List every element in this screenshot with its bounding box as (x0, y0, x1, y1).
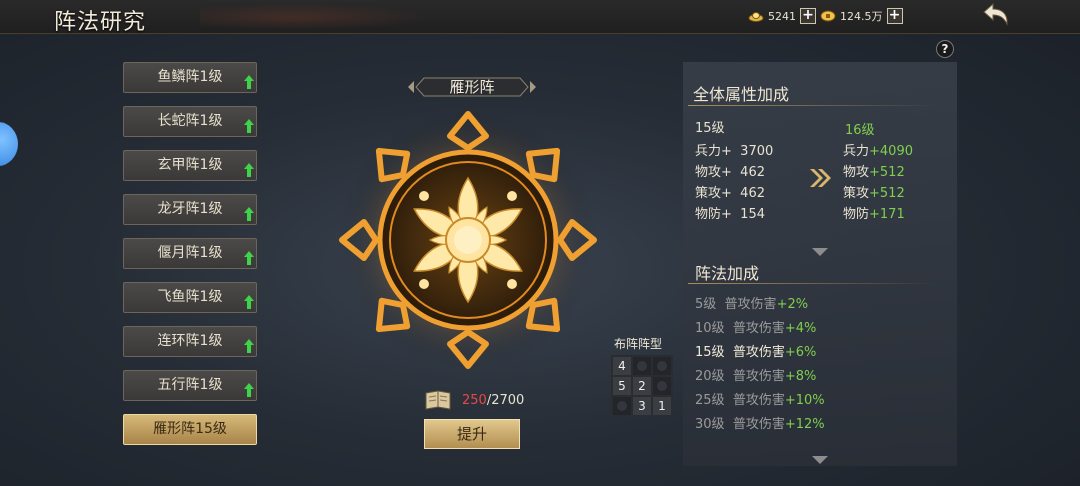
upgrade-arrow-icon (244, 163, 254, 177)
double-chevron-right-icon (810, 169, 831, 187)
upgrade-arrow-icon (244, 383, 254, 397)
grid-cell: 2 (633, 377, 651, 395)
bonus-row: 5级 普攻伤害+2% (695, 297, 809, 312)
bonus-row-current: 15级 普攻伤害+6% (695, 345, 817, 360)
formation-label: 龙牙阵1级 (157, 201, 223, 217)
formation-item-longya[interactable]: 龙牙阵1级 (123, 194, 257, 225)
bonus-title: 阵法加成 (695, 264, 760, 283)
grid-cell: 4 (613, 357, 631, 375)
formation-label: 连环阵1级 (157, 333, 223, 349)
attr-row: 兵力+ 3700 (695, 144, 774, 159)
layout-grid: 4 5 2 3 1 (611, 355, 673, 415)
next-attr-row: 策攻+512 (843, 186, 905, 201)
attr-row: 策攻+ 462 (695, 186, 765, 201)
formation-label: 玄甲阵1级 (157, 157, 223, 173)
scroll-down-icon[interactable] (812, 456, 828, 464)
formation-label: 五行阵1级 (157, 377, 223, 393)
grid-cell-empty (613, 397, 631, 415)
scroll-down-icon[interactable] (812, 248, 828, 256)
layout-grid-label: 布阵阵型 (614, 337, 663, 351)
scroll-book-icon (425, 390, 451, 410)
bonus-divider (688, 283, 938, 284)
attributes-divider (688, 105, 938, 106)
grid-cell: 5 (613, 377, 631, 395)
back-arrow-icon[interactable] (980, 2, 1012, 32)
floating-menu-button[interactable] (0, 122, 18, 166)
formation-label: 鱼鳞阵1级 (157, 69, 223, 85)
formation-label: 飞鱼阵1级 (157, 289, 223, 305)
bonus-row: 30级 普攻伤害+12% (695, 417, 825, 432)
grid-cell: 3 (633, 397, 651, 415)
attr-row: 物攻+ 462 (695, 165, 765, 180)
currency-silver: 5241 + (748, 8, 816, 24)
formation-item-yanxing[interactable]: 雁形阵15级 (123, 414, 257, 445)
grid-cell-empty (633, 357, 651, 375)
silver-ingot-icon (748, 12, 764, 22)
formation-name: 雁形阵 (449, 78, 495, 96)
upgrade-arrow-icon (244, 251, 254, 265)
bonus-row: 10级 普攻伤害+4% (695, 321, 817, 336)
formation-item-wuxing[interactable]: 五行阵1级 (123, 370, 257, 401)
bonus-row: 20级 普攻伤害+8% (695, 369, 817, 384)
formation-item-yulin[interactable]: 鱼鳞阵1级 (123, 62, 257, 93)
title-decoration (200, 4, 430, 30)
upgrade-arrow-icon (244, 75, 254, 89)
formation-emblem-icon (338, 110, 598, 370)
upgrade-arrow-icon (244, 207, 254, 221)
help-button[interactable]: ? (936, 40, 954, 58)
upgrade-arrow-icon (244, 295, 254, 309)
formation-item-yanyue[interactable]: 偃月阵1级 (123, 238, 257, 269)
attr-row: 物防+ 154 (695, 207, 765, 222)
grid-cell-empty (653, 357, 671, 375)
formation-label: 雁形阵15级 (153, 421, 227, 437)
grid-cell: 1 (653, 397, 671, 415)
add-gold-button[interactable]: + (886, 8, 903, 24)
upgrade-button[interactable]: 提升 (424, 419, 520, 449)
next-level: 16级 (845, 123, 875, 138)
formation-name-banner: 雁形阵 (408, 76, 536, 98)
page-title: 阵法研究 (54, 10, 147, 35)
currency-gold-value: 124.5万 (840, 10, 883, 23)
upgrade-arrow-icon (244, 119, 254, 133)
formation-item-changshe[interactable]: 长蛇阵1级 (123, 106, 257, 137)
next-attr-row: 物防+171 (843, 207, 905, 222)
attributes-title: 全体属性加成 (693, 85, 790, 104)
upgrade-arrow-icon (244, 339, 254, 353)
next-attr-row: 物攻+512 (843, 165, 905, 180)
next-attr-row: 兵力+4090 (843, 144, 913, 159)
currency-gold: 124.5万 + (820, 8, 903, 24)
currency-silver-value: 5241 (768, 9, 796, 23)
gold-coin-icon (820, 10, 836, 22)
add-silver-button[interactable]: + (800, 8, 816, 24)
formation-label: 偃月阵1级 (157, 245, 223, 261)
formation-item-xuanjia[interactable]: 玄甲阵1级 (123, 150, 257, 181)
formation-label: 长蛇阵1级 (157, 113, 223, 129)
exp-value: 250/2700 (462, 392, 525, 408)
top-bar (0, 0, 1080, 34)
formation-item-feiyu[interactable]: 飞鱼阵1级 (123, 282, 257, 313)
formation-item-lianhuan[interactable]: 连环阵1级 (123, 326, 257, 357)
bonus-row: 25级 普攻伤害+10% (695, 393, 825, 408)
current-level: 15级 (695, 121, 725, 136)
experience-indicator: 250/2700 (424, 389, 524, 411)
grid-cell-empty (653, 377, 671, 395)
